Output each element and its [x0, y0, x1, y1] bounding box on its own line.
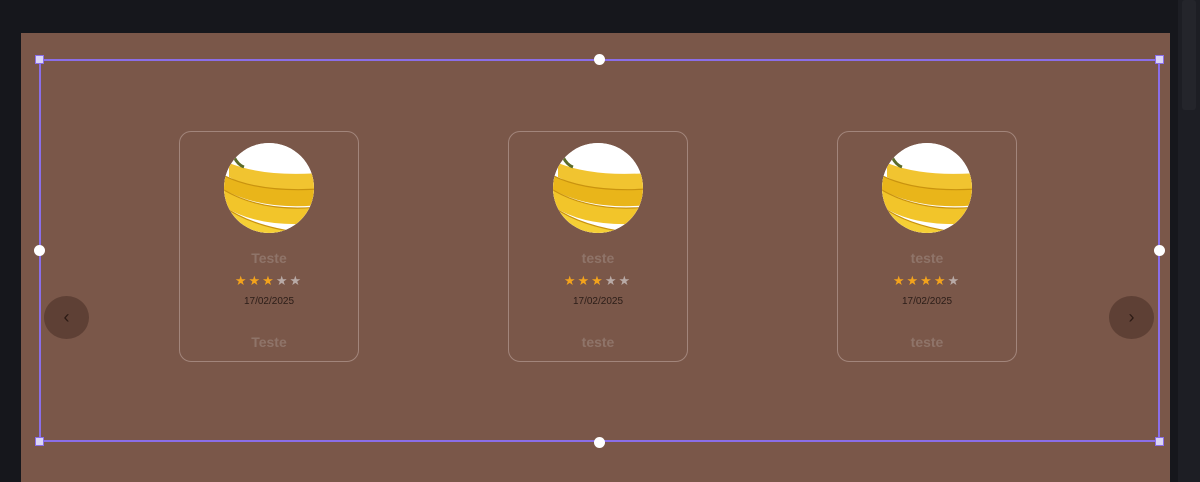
star-empty-icon: ★: [289, 273, 304, 288]
review-date: 17/02/2025: [243, 296, 295, 307]
star-filled-icon: ★: [933, 273, 948, 288]
star-filled-icon: ★: [248, 273, 263, 288]
review-comment: teste: [581, 334, 615, 350]
star-filled-icon: ★: [262, 273, 276, 288]
review-date: 17/02/2025: [572, 296, 624, 307]
carousel-prev-button[interactable]: ‹: [44, 296, 89, 339]
star-filled-icon: ★: [892, 273, 907, 288]
resize-handle-top[interactable]: [594, 54, 605, 65]
banana-image: [224, 143, 314, 233]
rating-stars: ★★★★★: [509, 273, 687, 289]
reviewer-name: Teste: [251, 250, 287, 266]
star-filled-icon: ★: [591, 273, 605, 288]
banana-image: [553, 143, 643, 233]
resize-handle-bottom-right[interactable]: [1155, 437, 1164, 446]
testimonial-card[interactable]: teste ★★★★★ 17/02/2025 teste: [837, 131, 1017, 362]
reviewer-name: teste: [910, 250, 944, 266]
resize-handle-top-right[interactable]: [1155, 55, 1164, 64]
banana-photo: [553, 143, 643, 233]
review-comment: teste: [910, 334, 944, 350]
rating-stars: ★★★★★: [180, 273, 358, 289]
right-scroll-rail[interactable]: [1178, 0, 1200, 482]
star-filled-icon: ★: [577, 273, 592, 288]
review-comment: Teste: [251, 334, 287, 350]
star-empty-icon: ★: [604, 273, 619, 288]
star-filled-icon: ★: [234, 273, 249, 288]
scrollbar-thumb[interactable]: [1182, 0, 1196, 110]
star-filled-icon: ★: [920, 273, 934, 288]
resize-handle-bottom-left[interactable]: [35, 437, 44, 446]
resize-handle-bottom[interactable]: [594, 437, 605, 448]
banana-photo: [882, 143, 972, 233]
rating-stars: ★★★★★: [838, 273, 1016, 289]
star-empty-icon: ★: [275, 273, 290, 288]
carousel-next-button[interactable]: ›: [1109, 296, 1154, 339]
resize-handle-left[interactable]: [34, 245, 45, 256]
reviewer-name: teste: [581, 250, 615, 266]
editor-workspace: Teste ★★★★★ 17/02/2025 Teste teste ★★★★★…: [0, 0, 1200, 482]
resize-handle-top-left[interactable]: [35, 55, 44, 64]
chevron-right-icon: ›: [1128, 307, 1135, 327]
banana-photo: [224, 143, 314, 233]
banana-image: [882, 143, 972, 233]
star-empty-icon: ★: [618, 273, 633, 288]
star-filled-icon: ★: [906, 273, 921, 288]
resize-handle-right[interactable]: [1154, 245, 1165, 256]
testimonial-card[interactable]: teste ★★★★★ 17/02/2025 teste: [508, 131, 688, 362]
star-filled-icon: ★: [563, 273, 578, 288]
testimonial-card[interactable]: Teste ★★★★★ 17/02/2025 Teste: [179, 131, 359, 362]
review-date: 17/02/2025: [901, 296, 953, 307]
chevron-left-icon: ‹: [63, 307, 70, 327]
star-empty-icon: ★: [947, 273, 962, 288]
